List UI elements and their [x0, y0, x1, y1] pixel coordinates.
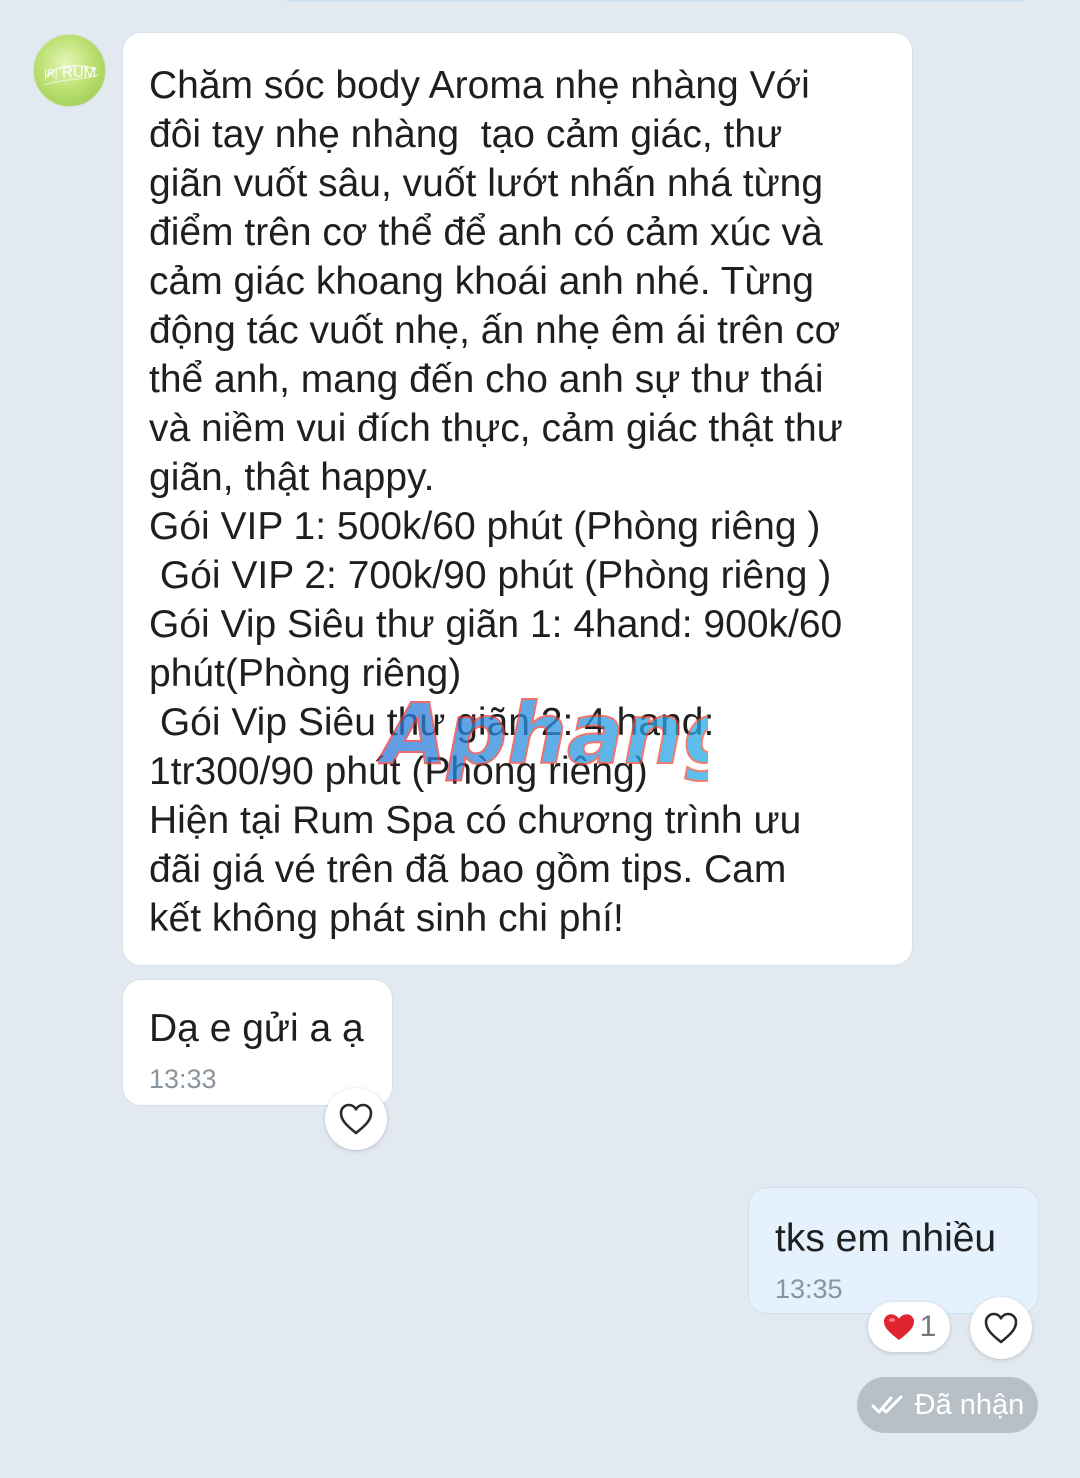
double-check-icon — [871, 1395, 903, 1414]
react-heart-button[interactable] — [325, 1088, 387, 1150]
message-text: Dạ e gửi a ạ — [149, 1007, 364, 1050]
message-text: Chăm sóc body Aroma nhẹ nhàng Với đôi ta… — [149, 64, 843, 940]
react-heart-button[interactable] — [970, 1297, 1032, 1359]
message-bubble-outgoing[interactable]: tks em nhiều 13:35 — [749, 1188, 1038, 1313]
heart-filled-icon — [883, 1314, 914, 1340]
svg-text:RUM: RUM — [62, 64, 96, 81]
previous-message-edge — [280, 0, 1030, 2]
message-bubble-incoming[interactable]: Dạ e gửi a ạ 13:33 — [123, 980, 392, 1105]
delivery-status-label: Đã nhận — [914, 1388, 1025, 1421]
message-timestamp: 13:33 — [149, 1064, 217, 1094]
heart-outline-icon — [339, 1103, 373, 1135]
reaction-count: 1 — [919, 1310, 937, 1343]
message-timestamp: 13:35 — [775, 1274, 843, 1304]
rum-spa-logo: |R| RUM — [43, 64, 99, 86]
message-bubble-incoming[interactable]: Chăm sóc body Aroma nhẹ nhàng Với đôi ta… — [123, 33, 912, 965]
svg-text:|R|: |R| — [44, 68, 58, 80]
delivery-status-badge: Đã nhận — [857, 1377, 1038, 1433]
reaction-summary[interactable]: 1 — [868, 1302, 950, 1352]
chat-screen: |R| RUM Chăm sóc body Aroma nhẹ nhàng Vớ… — [0, 0, 1080, 1478]
heart-outline-icon — [984, 1312, 1018, 1344]
message-text: tks em nhiều — [775, 1217, 997, 1260]
contact-avatar[interactable]: |R| RUM — [33, 34, 106, 107]
